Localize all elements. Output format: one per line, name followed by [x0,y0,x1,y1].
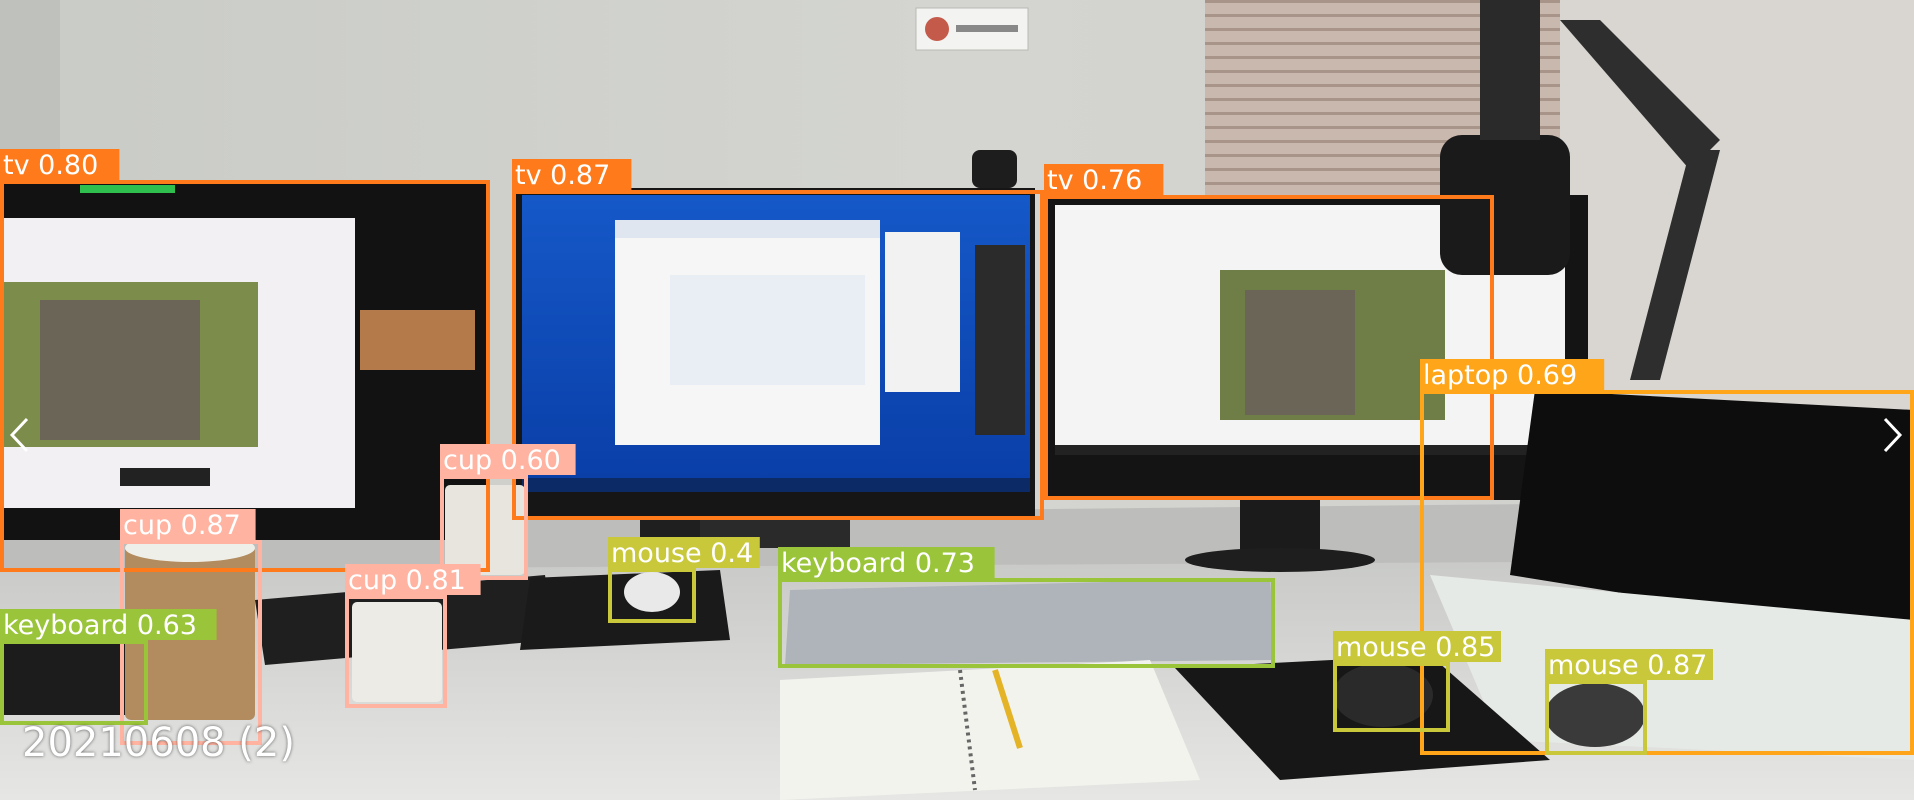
detection-label: tv 0.76 [1047,165,1142,196]
bounding-box [778,578,1275,668]
detection-label: cup 0.81 [348,565,466,596]
bounding-box [0,640,148,725]
detection-label: mouse 0.87 [1548,650,1707,681]
bounding-box [1420,390,1914,755]
bounding-box [1044,195,1494,500]
chevron-left-icon [9,417,29,453]
detection-cup-3: cup 0.81 [345,564,481,708]
chevron-right-icon [1883,417,1903,453]
detection-label: cup 0.60 [443,445,561,476]
detection-label: cup 0.87 [123,510,241,541]
detection-label: mouse 0.4 [611,538,753,569]
bounding-box [345,595,447,708]
image-caption: 20210608 (2) [22,720,295,766]
detection-cup-1: cup 0.60 [440,444,576,580]
detection-label: mouse 0.85 [1336,632,1495,663]
detection-tv-left: tv 0.80 [0,149,490,572]
detection-mouse-3: mouse 0.87 [1545,649,1713,755]
detection-overlay: tv 0.80 tv 0.87 tv 0.76 laptop 0.69 cup 0.60… [0,149,1914,755]
detection-mouse-2: mouse 0.85 [1333,631,1501,732]
next-image-button[interactable] [1872,415,1912,455]
bounding-box [512,190,1044,520]
detection-label: tv 0.80 [3,150,98,181]
detection-mouse-1: mouse 0.4 [608,537,760,623]
bounding-box [1545,680,1647,755]
detection-label: tv 0.87 [515,160,610,191]
detection-label: keyboard 0.73 [781,548,975,579]
detection-tv-right: tv 0.76 [1044,164,1494,500]
prev-image-button[interactable] [0,415,40,455]
detection-keyboard-1: keyboard 0.63 [0,609,217,725]
detection-tv-center: tv 0.87 [512,159,1044,520]
detection-keyboard-2: keyboard 0.73 [778,547,1275,668]
detection-label: keyboard 0.63 [3,610,197,641]
bounding-box [608,568,696,623]
bounding-box [1333,662,1450,732]
detection-label: laptop 0.69 [1423,360,1577,391]
